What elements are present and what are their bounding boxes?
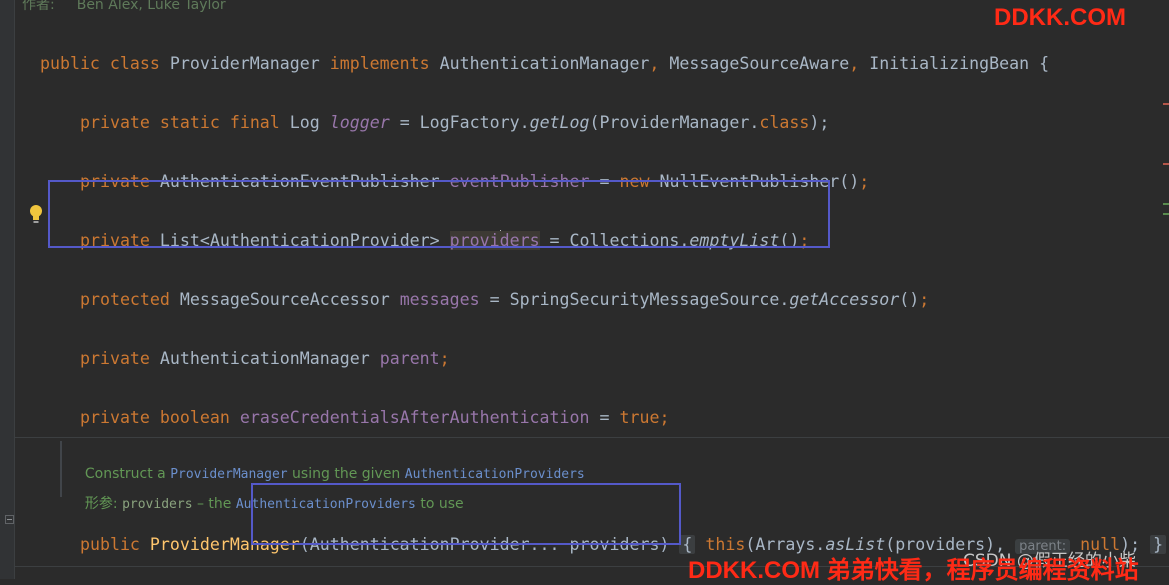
comma: , xyxy=(849,54,870,73)
logger-field-line[interactable]: private static final Log logger = LogFac… xyxy=(60,90,829,134)
doc-divider xyxy=(15,437,1169,438)
fold-toggle-icon[interactable] xyxy=(5,515,14,524)
call-parens: () xyxy=(899,290,920,309)
keyword-public: public xyxy=(79,535,150,554)
watermark-bottom: DDKK.COM 弟弟快看，程序员编程资料站 xyxy=(688,557,1139,584)
open-brace: { xyxy=(1039,54,1050,73)
field-parent: parent xyxy=(379,349,440,368)
assignment: = LogFactory. xyxy=(389,113,530,132)
method-get-accessor: getAccessor xyxy=(789,290,900,309)
class-declaration-line[interactable]: public class ProviderManager implements … xyxy=(20,31,1049,75)
semicolon: ; xyxy=(439,349,450,368)
keyword-protected: protected xyxy=(79,290,180,309)
semicolon: ; xyxy=(919,290,930,309)
doc-text: – the xyxy=(192,496,236,512)
keyword-class: class xyxy=(759,113,810,132)
editor-gutter xyxy=(0,0,14,579)
author-label: 作者: xyxy=(22,0,55,13)
field-erase-credentials: eraseCredentialsAfterAuthentication xyxy=(239,408,590,427)
gutter-separator xyxy=(14,0,15,579)
assignment: = xyxy=(589,408,620,427)
erase-credentials-field-line[interactable]: private boolean eraseCredentialsAfterAut… xyxy=(60,385,669,429)
comma: , xyxy=(649,54,670,73)
doc-param-label: 形参: xyxy=(84,496,123,512)
statement-end: ); xyxy=(809,113,830,132)
doc-comment-bar xyxy=(60,441,62,497)
method-getlog: getLog xyxy=(529,113,590,132)
lightbulb-icon[interactable] xyxy=(28,204,44,226)
semicolon: ; xyxy=(859,172,870,191)
scrollbar-marker[interactable] xyxy=(1163,213,1169,215)
semicolon: ; xyxy=(659,408,670,427)
type-authentication-manager: AuthenticationManager xyxy=(159,349,380,368)
type-message-source-accessor: MessageSourceAccessor xyxy=(179,290,400,309)
providers-highlight-box xyxy=(48,180,830,248)
scrollbar-marker[interactable] xyxy=(1163,103,1169,105)
watermark-top: DDKK.COM xyxy=(994,4,1126,31)
literal-true: true xyxy=(619,408,660,427)
keyword-private-static-final: private static final xyxy=(79,113,290,132)
close-brace: } xyxy=(1150,535,1167,554)
class-name: ProviderManager xyxy=(169,54,330,73)
keyword-private: private xyxy=(79,349,160,368)
author-value: Ben Alex, Luke Taylor xyxy=(76,0,226,13)
keyword-public-class: public class xyxy=(39,54,170,73)
parent-field-line[interactable]: private AuthenticationManager parent; xyxy=(60,326,450,370)
scrollbar-marker[interactable] xyxy=(1163,203,1169,205)
doc-param-name: providers xyxy=(122,497,193,512)
assignment: = SpringSecurityMessageSource. xyxy=(479,290,790,309)
messages-field-line[interactable]: protected MessageSourceAccessor messages… xyxy=(60,267,929,311)
interface-initializing-bean: InitializingBean xyxy=(869,54,1040,73)
field-logger: logger xyxy=(329,113,390,132)
author-doc-line: 作者: Ben Alex, Luke Taylor xyxy=(22,0,226,14)
keyword-implements: implements xyxy=(329,54,440,73)
interface-message-source-aware: MessageSourceAware xyxy=(669,54,850,73)
type-log: Log xyxy=(289,113,330,132)
keyword-private-boolean: private boolean xyxy=(79,408,240,427)
method-args: (ProviderManager. xyxy=(589,113,760,132)
scrollbar-marker[interactable] xyxy=(1163,163,1169,165)
field-messages: messages xyxy=(399,290,480,309)
constructor-highlight-box xyxy=(251,483,681,545)
interface-authentication-manager: AuthenticationManager xyxy=(439,54,650,73)
